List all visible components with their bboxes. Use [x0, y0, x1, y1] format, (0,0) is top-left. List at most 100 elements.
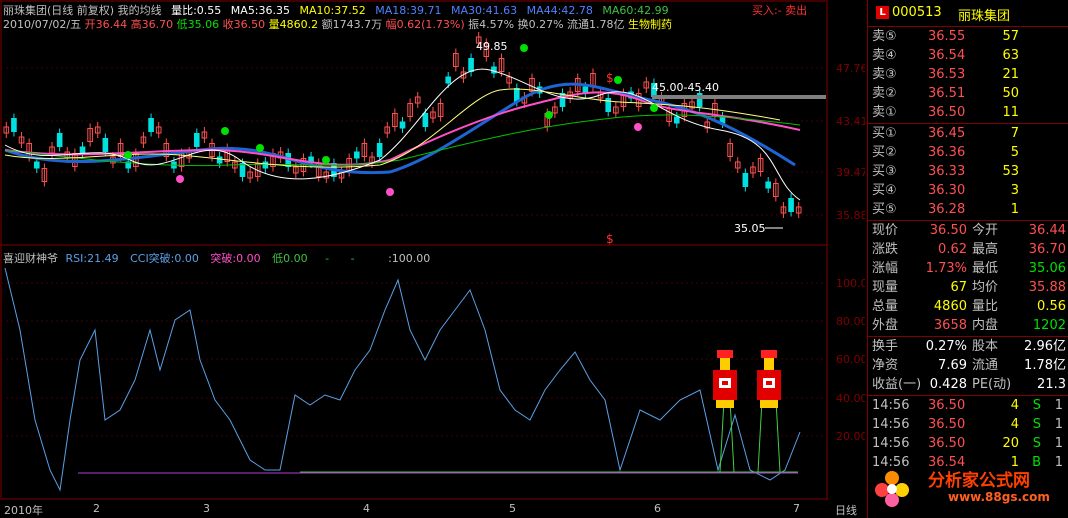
- stat-label: 量比: [972, 299, 999, 314]
- bid-volume: 53: [1002, 164, 1019, 179]
- panel-separator: [868, 395, 1068, 396]
- ask-label: 卖②: [872, 86, 897, 101]
- finance-label: PE(动): [972, 377, 1012, 392]
- stat-label: 现量: [872, 280, 899, 295]
- bid-label: 买④: [872, 183, 897, 198]
- tick-time: 14:56: [872, 417, 910, 432]
- quote-panel: L 000513 丽珠集团 卖⑤ 36.55 57 卖④ 36.54 63 卖③ 36.53 2…: [867, 0, 1068, 518]
- stat-label: 涨幅: [872, 261, 899, 276]
- stat-row[interactable]: 现价 36.50 今开 36.44: [868, 222, 1068, 240]
- stat-label: 最低: [972, 261, 999, 276]
- bid-row[interactable]: 买① 36.45 7: [868, 125, 1068, 143]
- ask-label: 卖③: [872, 67, 897, 82]
- tick-time: 14:56: [872, 436, 910, 451]
- finance-value: 0.27%: [925, 339, 967, 354]
- stat-row[interactable]: 现量 67 均价 35.88: [868, 279, 1068, 297]
- finance-value: 2.96亿: [1024, 339, 1066, 354]
- stat-value: 0.56: [1037, 299, 1066, 314]
- stat-value: 4860: [933, 299, 967, 314]
- ask-row[interactable]: 卖② 36.51 50: [868, 85, 1068, 103]
- close-price: 收36.50: [222, 18, 266, 31]
- panel-separator: [868, 220, 1068, 221]
- bid-price: 36.28: [928, 202, 966, 217]
- date: 2010/07/02/五: [3, 18, 82, 31]
- tick-row[interactable]: 14:56 36.50 4 S 1: [868, 397, 1068, 415]
- sector: 生物制药: [628, 18, 673, 31]
- amount: 额1743.7万: [321, 18, 383, 31]
- stat-row[interactable]: 外盘 3658 内盘 1202: [868, 317, 1068, 335]
- turnover: 换0.27%: [517, 18, 564, 31]
- ask-label: 卖⑤: [872, 29, 897, 44]
- bid-volume: 7: [1010, 126, 1019, 141]
- watermark-url: www.88gs.com: [948, 490, 1050, 504]
- stat-label: 现价: [872, 223, 899, 238]
- tick-side: S: [1032, 417, 1041, 432]
- indicator-name[interactable]: 喜迎财神爷: [3, 252, 58, 265]
- ask-row[interactable]: 卖⑤ 36.55 57: [868, 28, 1068, 46]
- stat-label: 内盘: [972, 318, 999, 333]
- ask-row[interactable]: 卖④ 36.54 63: [868, 47, 1068, 65]
- range-marker: 45.00-45.40: [652, 81, 719, 94]
- di-value: 低0.00: [272, 252, 308, 265]
- indicator-axis-label: 20.00: [836, 430, 865, 443]
- stock-code: 000513: [892, 5, 942, 20]
- tick-row[interactable]: 14:56 36.50 20 S 1: [868, 435, 1068, 453]
- indicator-axis-label: 100.00: [836, 277, 865, 290]
- stat-label: 外盘: [872, 318, 899, 333]
- bid-row[interactable]: 买③ 36.33 53: [868, 163, 1068, 181]
- tick-row[interactable]: 14:56 36.50 4 S 1: [868, 416, 1068, 434]
- stat-row[interactable]: 总量 4860 量比 0.56: [868, 298, 1068, 316]
- finance-label: 收益(一): [872, 377, 922, 392]
- stat-value: 36.70: [1028, 242, 1066, 257]
- price-axis-label: 43.41: [836, 115, 865, 128]
- volume: 量4860.2: [268, 18, 319, 31]
- price-axis-label: 39.47: [836, 166, 865, 179]
- bid-label: 买③: [872, 164, 897, 179]
- stat-row[interactable]: 涨跌 0.62 最高 36.70: [868, 241, 1068, 259]
- stat-value: 35.06: [1028, 261, 1066, 276]
- bid-price: 36.30: [928, 183, 966, 198]
- ask-price: 36.54: [928, 48, 966, 63]
- ask-volume: 57: [1002, 29, 1019, 44]
- watermark: 分析家公式网 www.88gs.com: [868, 464, 1068, 518]
- low-price: 低35.06: [176, 18, 220, 31]
- bid-volume: 3: [1010, 183, 1019, 198]
- bid-row[interactable]: 买④ 36.30 3: [868, 182, 1068, 200]
- tick-price: 36.50: [928, 398, 966, 413]
- watermark-title: 分析家公式网: [928, 471, 1030, 491]
- ask-row[interactable]: 卖③ 36.53 21: [868, 66, 1068, 84]
- high-marker: 49.85: [476, 40, 508, 53]
- tick-volume: 4: [1010, 398, 1019, 413]
- x-axis-year: 2010年: [4, 504, 43, 517]
- rsi-line: [4, 267, 801, 492]
- stat-row[interactable]: 涨幅 1.73% 最低 35.06: [868, 260, 1068, 278]
- stat-label: 最高: [972, 242, 999, 257]
- ask-label: 卖④: [872, 48, 897, 63]
- finance-row[interactable]: 收益(一) 0.428 PE(动) 21.3: [868, 376, 1068, 394]
- bid-price: 36.45: [928, 126, 966, 141]
- finance-row[interactable]: 换手 0.27% 股本 2.96亿: [868, 338, 1068, 356]
- x-axis-month: 6: [654, 502, 661, 515]
- dollar-mark-top: $: [606, 71, 614, 85]
- open-price: 开36.44: [84, 18, 128, 31]
- period-selector[interactable]: 日线: [835, 502, 857, 518]
- high-price: 高36.70: [130, 18, 174, 31]
- panel-separator: [868, 336, 1068, 337]
- dash-1: -: [325, 252, 330, 265]
- bid-row[interactable]: 买⑤ 36.28 1: [868, 201, 1068, 219]
- bid-label: 买②: [872, 145, 897, 160]
- time-axis: [0, 500, 865, 518]
- bid-row[interactable]: 买② 36.36 5: [868, 144, 1068, 162]
- ask-row[interactable]: 卖① 36.50 11: [868, 104, 1068, 122]
- quote-title-bar: L 000513 丽珠集团: [868, 0, 1068, 27]
- tick-volume: 4: [1010, 417, 1019, 432]
- stock-name: 丽珠集团: [958, 9, 1011, 24]
- change: 幅0.62(1.73%): [385, 18, 465, 31]
- x-axis-month: 4: [363, 502, 370, 515]
- price-axis-label: 35.88: [836, 209, 865, 222]
- finance-value: 21.3: [1037, 377, 1066, 392]
- finance-row[interactable]: 净资 7.69 流通 1.78亿: [868, 357, 1068, 375]
- finance-label: 换手: [872, 339, 899, 354]
- tick-time: 14:56: [872, 398, 910, 413]
- indicator-axis-label: 60.00: [836, 353, 865, 366]
